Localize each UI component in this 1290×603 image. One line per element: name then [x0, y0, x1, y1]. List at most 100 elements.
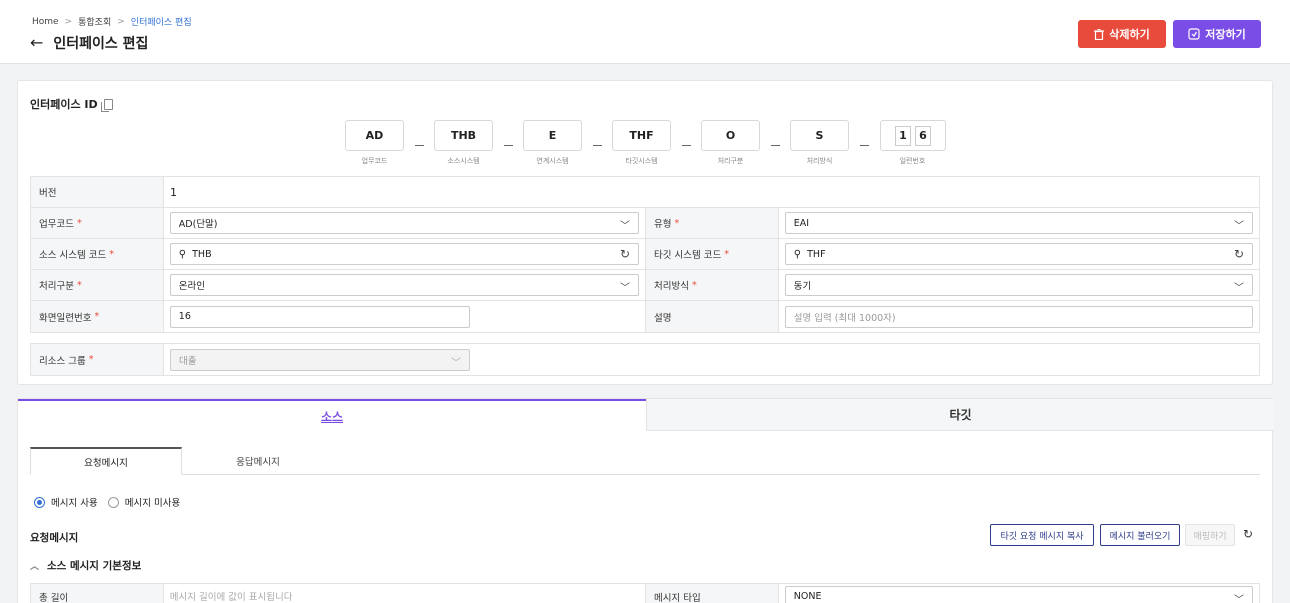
refresh-icon[interactable]: ↻: [1243, 527, 1253, 541]
screen-serial-label-text: 화면일련번호: [39, 312, 92, 324]
source-basic-info-header[interactable]: ︿ 소스 메시지 기본정보: [30, 558, 141, 573]
msg-type-cell: NONE ﹀: [779, 584, 1259, 603]
screen-serial-value: 16: [178, 311, 191, 322]
required-mark: *: [109, 248, 114, 260]
resource-group-select[interactable]: 대출 ﹀: [170, 348, 470, 371]
proc-div-cell: 온라인 ﹀: [164, 270, 646, 300]
id-dash: [682, 145, 691, 146]
id-caption-link-system: 연계시스템: [536, 157, 569, 165]
serial-digit: 1: [895, 125, 911, 146]
type-select[interactable]: EAI ﹀: [784, 212, 1253, 234]
subtab-response-label: 응답메시지: [236, 457, 280, 468]
interface-id-text: 인터페이스 ID: [30, 98, 98, 111]
refresh-icon[interactable]: ↻: [620, 247, 630, 261]
id-segment-target-system: THF: [612, 120, 671, 151]
source-code-search[interactable]: ⚲ THB ↻: [169, 243, 639, 265]
chevron-down-icon: ﹀: [1234, 283, 1244, 294]
id-dash: [771, 145, 780, 146]
save-button-label: 저장하기: [1205, 28, 1246, 41]
source-basic-info-row: 총 길이 메시지 길이에 값이 표시됩니다 메시지 타입 NONE ﹀: [30, 583, 1260, 603]
total-length-placeholder: 메시지 길이에 값이 표시됩니다: [169, 592, 293, 603]
breadcrumb: Home > 통합조회 > 인터페이스 편집: [32, 15, 192, 29]
tab-source[interactable]: 소스: [18, 399, 646, 431]
message-subtabs: 요청메시지 응답메시지: [30, 447, 1260, 475]
source-code-value: THB: [192, 248, 212, 260]
radio-message-use-label[interactable]: 메시지 사용: [51, 495, 98, 509]
copy-target-request-button[interactable]: 타깃 요청 메시지 복사: [990, 524, 1094, 546]
subtab-request[interactable]: 요청메시지: [30, 447, 182, 475]
breadcrumb-home[interactable]: Home: [32, 17, 59, 27]
required-mark: *: [88, 354, 94, 365]
load-message-button[interactable]: 메시지 불러오기: [1100, 524, 1180, 546]
screen-serial-input[interactable]: 16: [169, 305, 470, 328]
id-segment-biz-code: AD: [345, 120, 404, 151]
copy-icon[interactable]: [100, 98, 113, 112]
refresh-icon[interactable]: ↻: [1234, 247, 1244, 261]
version-label-text: 버전: [39, 188, 57, 199]
interface-form-grid: 버전 1 업무코드 * AD(단말) ﹀ 유형 * EAI ﹀ 소스 시스템 코드 * ⚲…: [30, 176, 1260, 333]
search-icon: ⚲: [178, 248, 187, 260]
title-row: ← 인터페이스 편집: [30, 33, 148, 53]
screen-serial-cell: 16: [164, 301, 646, 332]
resource-group-grid: 리소스 그룹 * 대출 ﹀: [30, 343, 1260, 376]
id-caption-target-system: 타깃시스템: [625, 157, 658, 165]
radio-message-use[interactable]: [34, 496, 45, 508]
id-caption-proc-method: 처리방식: [806, 157, 833, 165]
breadcrumb-parent[interactable]: 통합조회: [78, 15, 111, 28]
resource-group-value: 대출: [179, 355, 197, 367]
radio-message-unused-label[interactable]: 메시지 미사용: [125, 495, 180, 509]
version-value-text: 1: [170, 185, 177, 199]
tab-target[interactable]: 타깃: [646, 399, 1274, 431]
id-segment-proc-method: S: [790, 120, 849, 151]
subtab-response[interactable]: 응답메시지: [182, 447, 334, 475]
target-code-cell: ⚲ THF ↻: [779, 239, 1259, 269]
msg-type-select[interactable]: NONE ﹀: [784, 586, 1253, 603]
version-value: 1: [164, 177, 1259, 207]
type-cell: EAI ﹀: [779, 208, 1259, 238]
required-mark: *: [674, 217, 680, 229]
page-title: 인터페이스 편집: [53, 36, 149, 52]
chevron-down-icon: ﹀: [451, 357, 461, 369]
mapping-button[interactable]: 매핑하기: [1185, 524, 1235, 546]
proc-method-label: 처리방식 *: [646, 270, 779, 300]
resource-group-label: 리소스 그룹 *: [31, 344, 164, 375]
source-code-label-text: 소스 시스템 코드: [39, 250, 107, 261]
desc-placeholder: 설명 입력 (최대 1000자): [793, 312, 896, 324]
page-header: Home > 통합조회 > 인터페이스 편집 ← 인터페이스 편집 삭제하기 저…: [0, 0, 1290, 64]
version-label: 버전: [31, 177, 164, 207]
msg-type-label: 메시지 타입: [646, 584, 779, 603]
save-button[interactable]: 저장하기: [1173, 20, 1261, 48]
proc-method-label-text: 처리방식: [654, 281, 689, 292]
target-code-search[interactable]: ⚲ THF ↻: [784, 243, 1253, 265]
source-basic-info-title: 소스 메시지 기본정보: [47, 560, 142, 572]
biz-code-label-text: 업무코드: [39, 219, 74, 230]
back-arrow-icon[interactable]: ←: [30, 35, 43, 51]
search-icon: ⚲: [793, 248, 802, 260]
target-code-label-text: 타깃 시스템 코드: [654, 250, 722, 261]
required-mark: *: [94, 311, 100, 322]
target-code-value: THF: [807, 248, 826, 260]
total-length-cell: 메시지 길이에 값이 표시됩니다: [164, 584, 646, 603]
proc-div-select[interactable]: 온라인 ﹀: [169, 274, 639, 296]
id-segment-proc-div: O: [701, 120, 760, 151]
required-mark: *: [724, 248, 729, 260]
chevron-down-icon: ﹀: [620, 283, 630, 294]
id-segment-link-system: E: [523, 120, 582, 151]
delete-button[interactable]: 삭제하기: [1078, 20, 1166, 48]
desc-input[interactable]: 설명 입력 (최대 1000자): [784, 305, 1253, 328]
chevron-up-icon: ︿: [30, 562, 40, 572]
request-message-title: 요청메시지: [30, 532, 79, 544]
radio-message-unused[interactable]: [107, 496, 119, 508]
biz-code-label: 업무코드 *: [31, 208, 164, 238]
tab-target-label: 타깃: [949, 408, 972, 422]
type-select-value: EAI: [793, 217, 810, 229]
id-caption-serial: 일련번호: [899, 157, 926, 165]
msg-type-value: NONE: [793, 590, 822, 602]
breadcrumb-current: 인터페이스 편집: [130, 18, 192, 28]
proc-method-select[interactable]: 동기 ﹀: [784, 274, 1253, 296]
biz-code-select[interactable]: AD(단말) ﹀: [169, 212, 639, 234]
save-icon: [1188, 28, 1200, 40]
message-tabs-panel: 소스 타깃 요청메시지 응답메시지 메시지 사용 메시지 미사용 요청메시지 타…: [17, 398, 1274, 603]
form-row-biz-type: 업무코드 * AD(단말) ﹀ 유형 * EAI ﹀: [31, 208, 1259, 239]
message-usage-radios: 메시지 사용 메시지 미사용: [34, 495, 180, 509]
